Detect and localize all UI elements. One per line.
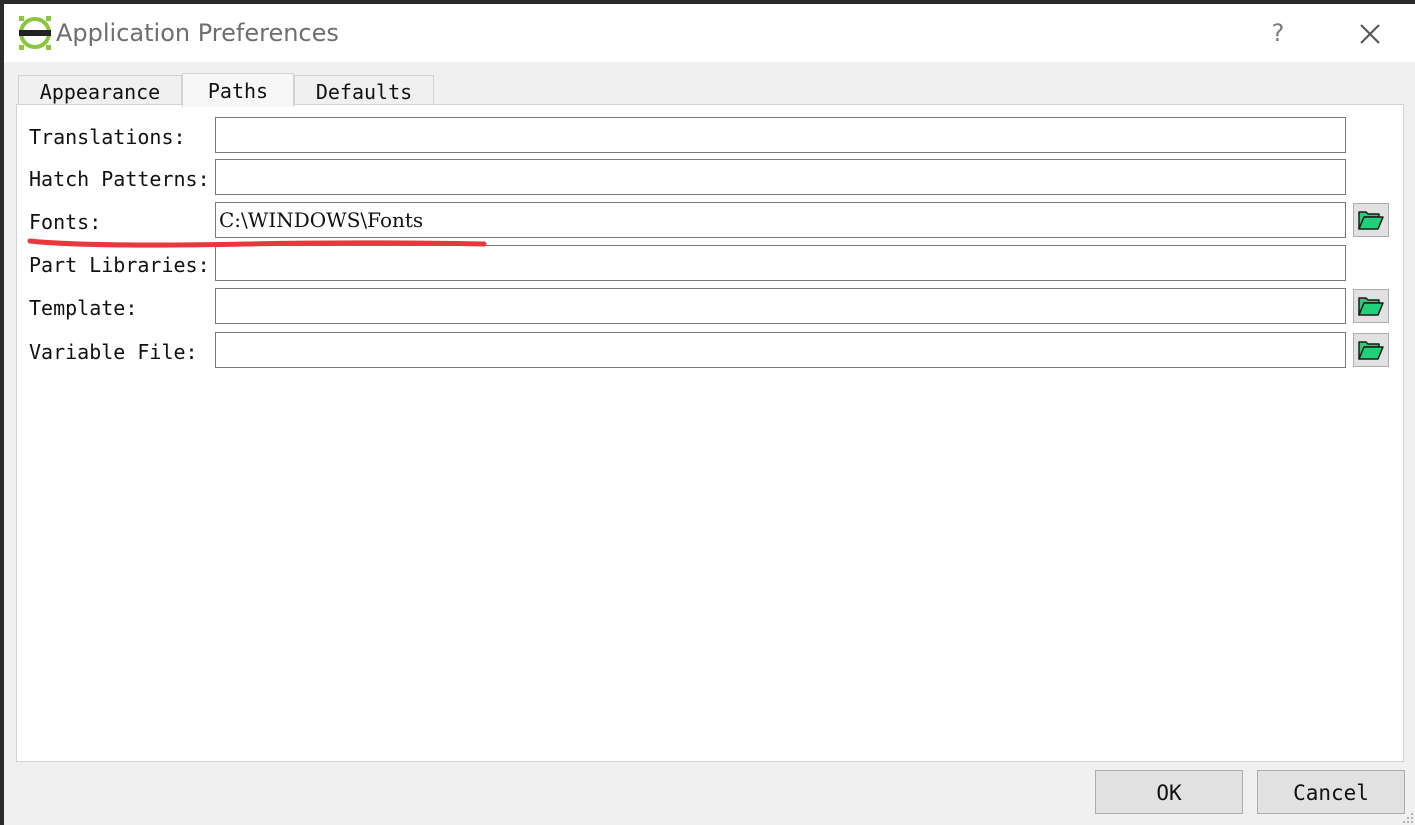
red-annotation-underline bbox=[27, 238, 487, 248]
resize-grip-icon[interactable] bbox=[1402, 812, 1414, 824]
ok-button[interactable]: OK bbox=[1095, 770, 1243, 814]
window-title: Application Preferences bbox=[56, 19, 339, 47]
app-logo-icon bbox=[19, 16, 51, 50]
title-bar[interactable]: Application Preferences ? bbox=[4, 4, 1415, 62]
hatch-patterns-field[interactable] bbox=[215, 159, 1346, 195]
fonts-field[interactable]: C:\WINDOWS\Fonts bbox=[215, 202, 1346, 238]
translations-label: Translations: bbox=[29, 125, 186, 149]
close-icon[interactable] bbox=[1354, 18, 1386, 50]
paths-panel: Translations: Hatch Patterns: Fonts: C:\… bbox=[16, 104, 1404, 762]
folder-open-icon bbox=[1358, 211, 1384, 230]
variable-file-field[interactable] bbox=[215, 332, 1346, 368]
fonts-label: Fonts: bbox=[29, 210, 102, 234]
template-browse-button[interactable] bbox=[1353, 289, 1389, 323]
translations-field[interactable] bbox=[215, 117, 1346, 153]
fonts-browse-button[interactable] bbox=[1353, 203, 1389, 237]
variable-file-label: Variable File: bbox=[29, 340, 198, 364]
folder-open-icon bbox=[1358, 297, 1384, 316]
folder-open-icon bbox=[1358, 341, 1384, 360]
help-button[interactable]: ? bbox=[1262, 16, 1294, 50]
variable-file-browse-button[interactable] bbox=[1353, 333, 1389, 367]
cancel-button[interactable]: Cancel bbox=[1257, 770, 1405, 814]
tab-appearance[interactable]: Appearance bbox=[18, 75, 182, 105]
template-field[interactable] bbox=[215, 288, 1346, 324]
part-libraries-label: Part Libraries: bbox=[29, 253, 210, 277]
part-libraries-field[interactable] bbox=[215, 245, 1346, 281]
hatch-patterns-label: Hatch Patterns: bbox=[29, 167, 210, 191]
template-label: Template: bbox=[29, 296, 138, 320]
tab-defaults[interactable]: Defaults bbox=[294, 75, 434, 105]
tab-paths[interactable]: Paths bbox=[182, 73, 294, 107]
